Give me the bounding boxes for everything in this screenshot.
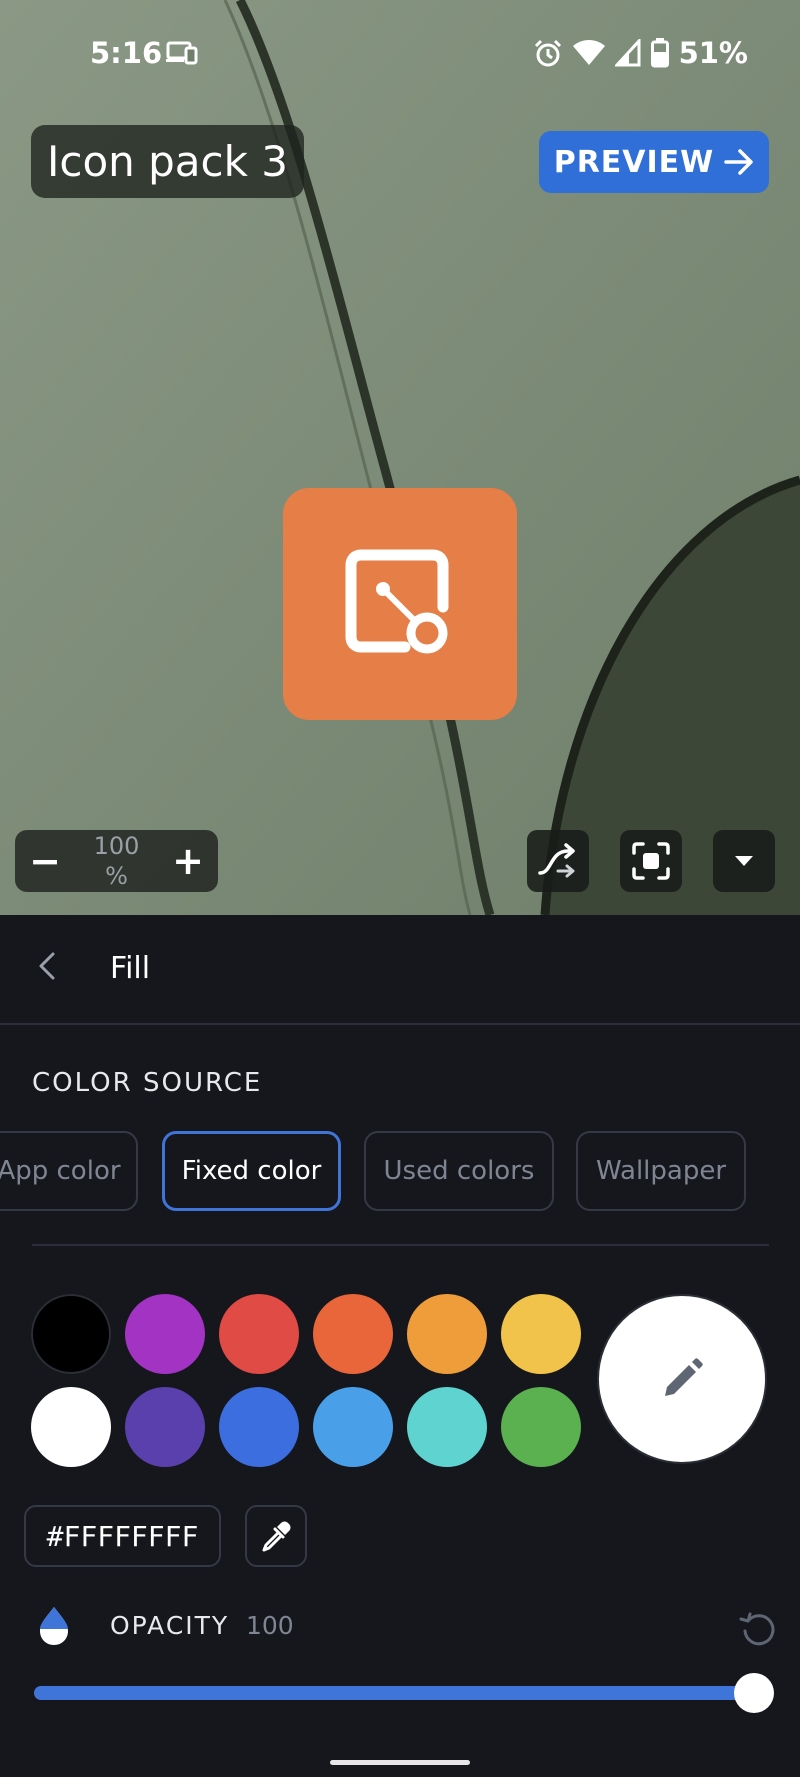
- color-swatch[interactable]: [219, 1387, 299, 1467]
- color-swatch[interactable]: [407, 1294, 487, 1374]
- color-swatch[interactable]: [125, 1387, 205, 1467]
- opacity-drop-icon: [40, 1607, 68, 1645]
- color-swatch[interactable]: [501, 1387, 581, 1467]
- color-swatch[interactable]: [219, 1294, 299, 1374]
- icon-preview-area: 5:16 51% Icon pack 3 PREVIEW − 100 % +: [0, 0, 800, 915]
- status-icons: 51%: [533, 36, 748, 70]
- opacity-value: 100: [246, 1611, 294, 1640]
- panel-title: Fill: [110, 951, 151, 986]
- fill-panel: Fill COLOR SOURCE App color Fixed color …: [0, 915, 800, 1777]
- opacity-slider[interactable]: [34, 1673, 774, 1713]
- color-source-fixed-color[interactable]: Fixed color: [162, 1131, 341, 1211]
- color-source-app-color[interactable]: App color: [0, 1131, 138, 1211]
- divider: [32, 1244, 769, 1246]
- chevron-left-icon: [39, 952, 55, 980]
- pencil-icon: [665, 1358, 703, 1396]
- chip-label: Fixed color: [181, 1156, 322, 1186]
- color-swatch[interactable]: [125, 1294, 205, 1374]
- arrow-right-icon: [724, 149, 754, 175]
- reset-opacity-icon[interactable]: [738, 1607, 780, 1649]
- battery-icon: [650, 38, 669, 68]
- chip-label: Used colors: [383, 1156, 535, 1186]
- hex-color-input[interactable]: #FFFFFFFF: [24, 1505, 221, 1567]
- chip-label: Wallpaper: [595, 1156, 727, 1186]
- focus-frame-button[interactable]: [620, 830, 682, 892]
- color-swatch[interactable]: [501, 1294, 581, 1374]
- color-swatch[interactable]: [313, 1387, 393, 1467]
- zoom-level-unit: %: [105, 862, 128, 890]
- eyedropper-icon: [262, 1521, 291, 1552]
- preview-button[interactable]: PREVIEW: [539, 131, 769, 193]
- screenshot-draw-icon: [345, 549, 449, 654]
- app-icon-preview: [283, 488, 517, 720]
- panel-header: Fill: [0, 915, 800, 1025]
- color-swatch[interactable]: [407, 1387, 487, 1467]
- status-time: 5:16: [90, 36, 163, 70]
- screen: 5:16 51% Icon pack 3 PREVIEW − 100 % + F…: [0, 0, 800, 1777]
- wifi-icon: [572, 40, 605, 65]
- shuffle-icon: [538, 843, 575, 878]
- home-indicator[interactable]: [330, 1760, 470, 1765]
- focus-frame-icon: [632, 842, 670, 880]
- icon-pack-title: Icon pack 3: [31, 125, 305, 198]
- color-source-used-colors[interactable]: Used colors: [364, 1131, 554, 1211]
- zoom-in-button[interactable]: +: [158, 830, 218, 892]
- slider-fill: [34, 1686, 754, 1700]
- custom-color-button[interactable]: [597, 1294, 767, 1464]
- zoom-level: 100 %: [75, 830, 158, 892]
- chip-label: App color: [0, 1156, 121, 1186]
- dropdown-icon: [735, 856, 753, 866]
- signal-icon: [614, 39, 641, 67]
- alarm-icon: [534, 39, 561, 67]
- cast-icon: [166, 41, 198, 65]
- opacity-row: OPACITY 100: [0, 1603, 800, 1653]
- more-options-dropdown[interactable]: [713, 830, 775, 892]
- battery-percent: 51%: [678, 36, 748, 70]
- zoom-level-value: 100: [93, 832, 140, 860]
- slider-thumb[interactable]: [734, 1673, 774, 1713]
- zoom-control: − 100 % +: [15, 830, 218, 892]
- status-bar: 5:16 51%: [0, 0, 800, 110]
- color-source-label: COLOR SOURCE: [32, 1068, 263, 1098]
- preview-button-label: PREVIEW: [553, 144, 715, 180]
- zoom-out-button[interactable]: −: [15, 830, 75, 892]
- color-swatch[interactable]: [31, 1294, 111, 1374]
- shuffle-button[interactable]: [527, 830, 589, 892]
- color-swatch[interactable]: [31, 1387, 111, 1467]
- color-swatch[interactable]: [313, 1294, 393, 1374]
- opacity-label: OPACITY: [110, 1611, 230, 1640]
- back-button[interactable]: [24, 943, 70, 989]
- icon-pack-title-text: Icon pack 3: [47, 137, 289, 186]
- eyedropper-button[interactable]: [245, 1505, 307, 1567]
- color-source-wallpaper[interactable]: Wallpaper: [576, 1131, 746, 1211]
